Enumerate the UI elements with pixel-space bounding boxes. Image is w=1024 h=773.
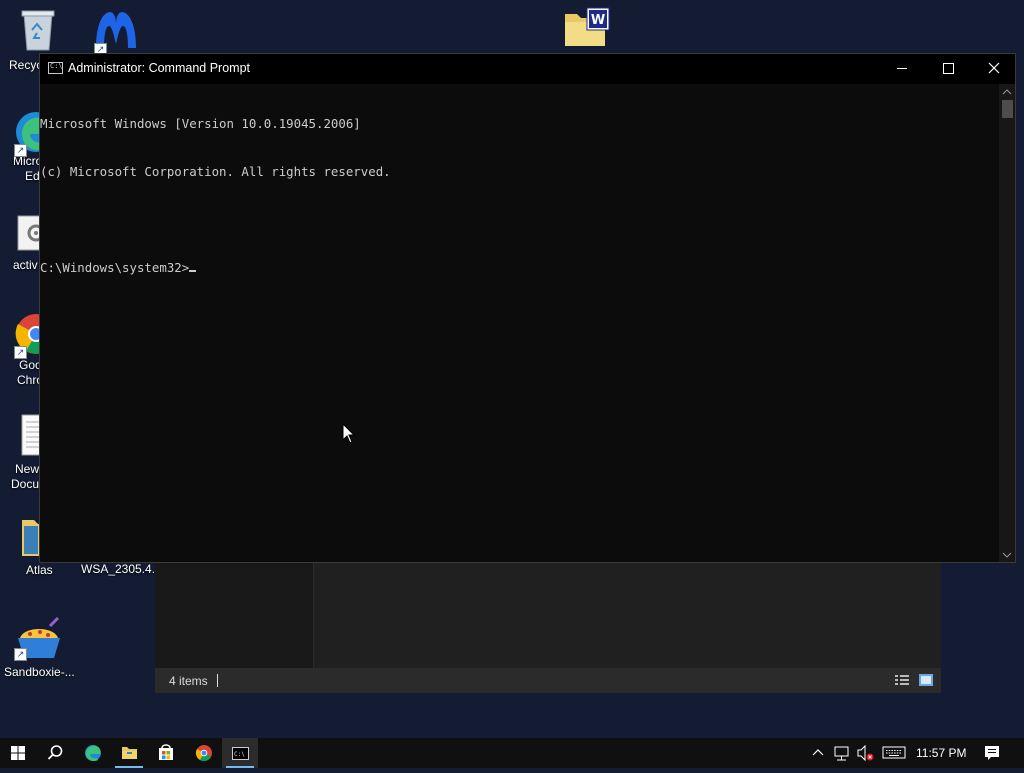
close-icon bbox=[988, 62, 1000, 74]
wsa-label: WSA_2305.4... bbox=[81, 562, 158, 576]
cmd-title-bar[interactable]: C:\ Administrator: Command Prompt bbox=[40, 54, 1015, 84]
cmd-window-icon: C:\ bbox=[48, 62, 63, 74]
chevron-up-icon bbox=[812, 749, 824, 756]
desktop-icon-folder-winword[interactable]: W bbox=[548, 6, 624, 50]
atlas-label: Atlas bbox=[26, 563, 53, 577]
mouse-pointer-icon bbox=[342, 423, 356, 444]
action-center-button[interactable] bbox=[983, 738, 1001, 768]
cmd-window-title: Administrator: Command Prompt bbox=[68, 61, 251, 75]
desktop-icon-sandboxie[interactable]: ↗ Sandboxie-... bbox=[0, 616, 76, 680]
svg-text:W: W bbox=[591, 13, 605, 28]
chrome-icon bbox=[195, 745, 212, 762]
start-icon bbox=[11, 746, 25, 760]
vertical-scrollbar[interactable] bbox=[999, 84, 1015, 562]
command-prompt-window[interactable]: C:\ Administrator: Command Prompt Micros… bbox=[39, 53, 1016, 563]
scroll-thumb[interactable] bbox=[1002, 100, 1013, 118]
file-explorer-icon bbox=[122, 747, 137, 759]
file-explorer-window[interactable]: 4 items bbox=[155, 563, 941, 693]
console-prompt: C:\Windows\system32> bbox=[40, 260, 190, 275]
explorer-item-count: 4 items bbox=[169, 674, 208, 688]
taskbar-cmd-button[interactable]: C:\ bbox=[222, 738, 258, 768]
minimize-button[interactable] bbox=[879, 54, 925, 84]
taskbar: C:\ 11:57 PM bbox=[0, 738, 1024, 768]
text-cursor bbox=[189, 270, 197, 272]
scroll-down-icon[interactable] bbox=[1002, 550, 1012, 560]
clock[interactable]: 11:57 PM bbox=[916, 746, 966, 760]
console-prompt-line[interactable]: C:\Windows\system32> bbox=[40, 260, 999, 276]
desktop-icon-malwarebytes[interactable]: ↗ bbox=[78, 8, 154, 56]
status-separator bbox=[217, 674, 218, 687]
scroll-up-icon[interactable] bbox=[1002, 87, 1012, 97]
start-button[interactable] bbox=[0, 738, 36, 768]
taskbar-chrome-button[interactable] bbox=[185, 738, 221, 768]
sandboxie-label: Sandboxie-... bbox=[4, 665, 75, 679]
taskbar-file-explorer-button[interactable] bbox=[111, 738, 147, 768]
explorer-status-bar: 4 items bbox=[155, 668, 941, 693]
large-icons-view-icon[interactable] bbox=[919, 674, 933, 686]
console-output[interactable]: Microsoft Windows [Version 10.0.19045.20… bbox=[40, 84, 999, 562]
shortcut-arrow-icon: ↗ bbox=[14, 648, 27, 661]
search-icon bbox=[47, 745, 63, 760]
recycle-bin-icon bbox=[21, 10, 55, 51]
explorer-content-pane[interactable] bbox=[314, 563, 941, 668]
close-button[interactable] bbox=[971, 54, 1017, 84]
show-hidden-icons-button[interactable] bbox=[811, 738, 825, 768]
taskbar-store-button[interactable] bbox=[148, 738, 184, 768]
shortcut-arrow-icon: ↗ bbox=[14, 346, 27, 359]
console-line: Microsoft Windows [Version 10.0.19045.20… bbox=[40, 116, 361, 131]
network-icon[interactable] bbox=[833, 738, 851, 768]
shortcut-arrow-icon: ↗ bbox=[14, 144, 27, 157]
store-icon bbox=[159, 744, 173, 760]
folder-winword-icon: W bbox=[565, 7, 610, 46]
keyboard-icon[interactable] bbox=[881, 738, 907, 768]
maximize-icon bbox=[943, 63, 954, 74]
maximize-button[interactable] bbox=[925, 54, 971, 84]
desktop-icon-wsa[interactable]: WSA_2305.4... bbox=[78, 562, 158, 577]
cmd-icon: C:\ bbox=[232, 747, 249, 760]
console-line: (c) Microsoft Corporation. All rights re… bbox=[40, 164, 391, 179]
svg-text:C:\: C:\ bbox=[234, 751, 245, 758]
edge-icon bbox=[85, 745, 101, 762]
search-button[interactable] bbox=[37, 738, 73, 768]
explorer-nav-pane[interactable] bbox=[155, 563, 314, 668]
details-view-icon[interactable] bbox=[895, 674, 909, 686]
volume-muted-icon[interactable] bbox=[856, 738, 876, 768]
taskbar-edge-button[interactable] bbox=[74, 738, 110, 768]
